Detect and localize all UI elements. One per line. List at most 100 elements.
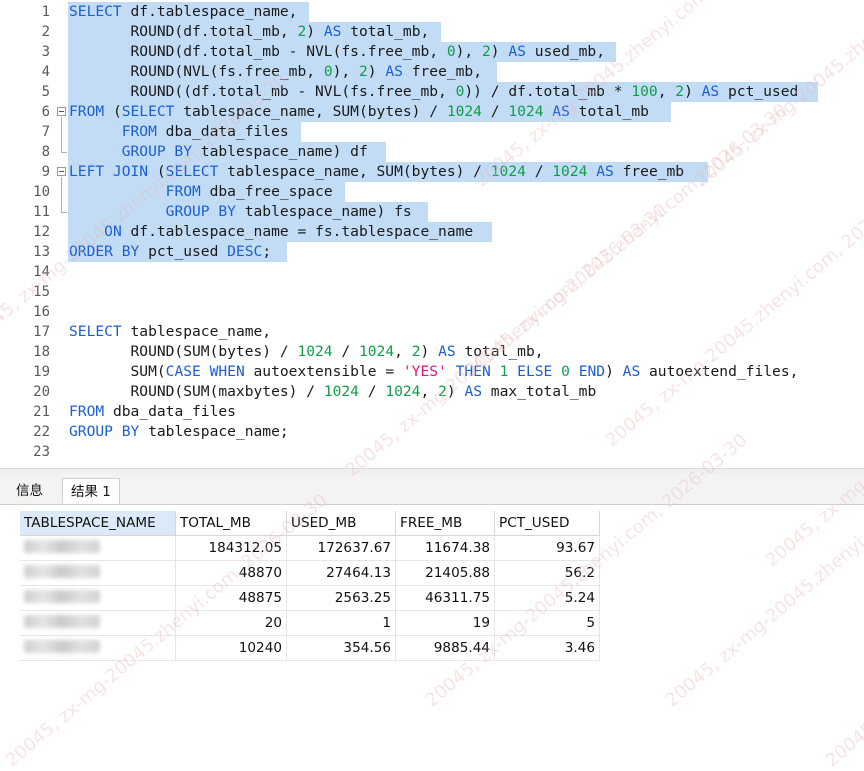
table-cell[interactable]: 3.46 bbox=[494, 635, 600, 661]
fold-end bbox=[61, 152, 67, 153]
code-token: df.tablespace_name, bbox=[121, 3, 298, 20]
code-line[interactable]: FROM (SELECT tablespace_name, SUM(bytes)… bbox=[69, 102, 649, 122]
code-token: dba_data_files bbox=[156, 123, 289, 140]
code-token-kw: END bbox=[578, 363, 606, 380]
table-cell[interactable]: 10240 bbox=[175, 635, 287, 661]
code-line[interactable]: GROUP BY tablespace_name) fs bbox=[69, 202, 412, 222]
cell-tablespace-name-redacted[interactable] bbox=[20, 585, 176, 611]
code-token: ROUND(NVL(fs.free_mb, bbox=[69, 63, 324, 80]
line-number: 5 bbox=[41, 84, 50, 100]
code-line[interactable]: GROUP BY tablespace_name; bbox=[69, 422, 289, 442]
tab-result-1[interactable]: 结果 1 bbox=[62, 478, 120, 504]
cell-tablespace-name-redacted[interactable] bbox=[20, 560, 176, 586]
line-number: 7 bbox=[41, 124, 50, 140]
column-header-total-mb[interactable]: TOTAL_MB bbox=[175, 511, 287, 536]
code-line[interactable]: ORDER BY pct_used DESC; bbox=[69, 242, 271, 262]
code-token: , bbox=[420, 383, 439, 400]
code-line[interactable]: ROUND((df.total_mb - NVL(fs.free_mb, 0))… bbox=[69, 82, 799, 102]
table-cell[interactable]: 19 bbox=[395, 610, 495, 636]
code-line[interactable]: SUM(CASE WHEN autoextensible = 'YES' THE… bbox=[69, 362, 799, 382]
code-token: ) bbox=[490, 43, 509, 60]
result-tabs: 信息 结果 1 bbox=[0, 474, 864, 505]
code-line[interactable]: SELECT df.tablespace_name, bbox=[69, 2, 297, 22]
result-table: TABLESPACE_NAME TOTAL_MB USED_MB FREE_MB… bbox=[20, 511, 600, 661]
code-token: / bbox=[332, 343, 359, 360]
fold-toggle-icon[interactable] bbox=[57, 107, 66, 116]
code-line[interactable]: ROUND(SUM(bytes) / 1024 / 1024, 2) AS to… bbox=[69, 342, 544, 362]
table-cell[interactable]: 172637.67 bbox=[286, 535, 396, 561]
cell-tablespace-name-redacted[interactable] bbox=[20, 635, 176, 661]
code-line[interactable]: FROM dba_data_files bbox=[69, 402, 236, 422]
line-number: 12 bbox=[33, 224, 50, 240]
column-header-free-mb[interactable]: FREE_MB bbox=[395, 511, 495, 536]
table-cell[interactable]: 56.2 bbox=[494, 560, 600, 586]
code-token: tablespace_name; bbox=[139, 423, 289, 440]
code-token-num: 2 bbox=[411, 343, 421, 360]
code-token-num: 1024 bbox=[490, 163, 526, 180]
tab-info[interactable]: 信息 bbox=[8, 478, 51, 504]
code-line[interactable]: FROM dba_free_space bbox=[69, 182, 333, 202]
code-line[interactable]: FROM dba_data_files bbox=[69, 122, 289, 142]
code-token-kw: AS bbox=[438, 343, 456, 360]
code-token-kw: SELECT bbox=[121, 103, 175, 120]
line-number: 8 bbox=[41, 144, 50, 160]
table-cell[interactable]: 48875 bbox=[175, 585, 287, 611]
table-row[interactable]: 20 1 19 5 bbox=[20, 610, 600, 636]
fold-line bbox=[61, 177, 62, 213]
code-token-num: 100 bbox=[631, 83, 658, 100]
table-cell[interactable]: 93.67 bbox=[494, 535, 600, 561]
code-token: total_mb, bbox=[341, 23, 430, 40]
table-header-row: TABLESPACE_NAME TOTAL_MB USED_MB FREE_MB… bbox=[20, 511, 600, 536]
table-cell[interactable]: 354.56 bbox=[286, 635, 396, 661]
table-cell[interactable]: 48870 bbox=[175, 560, 287, 586]
code-token-num: 1024 bbox=[358, 343, 395, 360]
code-token-kw: AS bbox=[596, 163, 614, 180]
table-cell[interactable]: 11674.38 bbox=[395, 535, 495, 561]
code-token-num: 2 bbox=[481, 43, 491, 60]
table-row[interactable]: 48875 2563.25 46311.75 5.24 bbox=[20, 585, 600, 611]
column-header-tablespace-name[interactable]: TABLESPACE_NAME bbox=[20, 511, 176, 536]
code-token-num: 1024 bbox=[552, 163, 588, 180]
cell-tablespace-name-redacted[interactable] bbox=[20, 610, 176, 636]
cell-tablespace-name-redacted[interactable] bbox=[20, 535, 176, 561]
table-row[interactable]: 48870 27464.13 21405.88 56.2 bbox=[20, 560, 600, 586]
fold-toggle-icon[interactable] bbox=[57, 167, 66, 176]
code-line[interactable]: ON df.tablespace_name = fs.tablespace_na… bbox=[69, 222, 473, 242]
table-cell[interactable]: 1 bbox=[286, 610, 396, 636]
column-header-pct-used[interactable]: PCT_USED bbox=[494, 511, 600, 536]
code-token: / bbox=[525, 163, 553, 180]
table-row[interactable]: 10240 354.56 9885.44 3.46 bbox=[20, 635, 600, 661]
code-token: used_mb, bbox=[525, 43, 605, 60]
code-line[interactable]: LEFT JOIN (SELECT tablespace_name, SUM(b… bbox=[69, 162, 684, 182]
redacted-value bbox=[24, 539, 100, 553]
code-token: ) bbox=[446, 383, 465, 400]
code-token-kw: DESC bbox=[227, 243, 263, 260]
column-header-used-mb[interactable]: USED_MB bbox=[286, 511, 396, 536]
table-row[interactable]: 184312.05 172637.67 11674.38 93.67 bbox=[20, 535, 600, 561]
table-cell[interactable]: 5 bbox=[494, 610, 600, 636]
table-cell[interactable]: 21405.88 bbox=[395, 560, 495, 586]
redacted-value bbox=[24, 614, 100, 628]
table-cell[interactable]: 46311.75 bbox=[395, 585, 495, 611]
table-cell[interactable]: 5.24 bbox=[494, 585, 600, 611]
table-cell[interactable]: 184312.05 bbox=[175, 535, 287, 561]
code-token-kw: ORDER BY bbox=[69, 243, 140, 260]
code-line[interactable]: ROUND(df.total_mb, 2) AS total_mb, bbox=[69, 22, 430, 42]
code-line[interactable]: ROUND(SUM(maxbytes) / 1024 / 1024, 2) AS… bbox=[69, 382, 597, 402]
line-number-gutter: 1 2 3 4 5 6 7 8 9 10 11 12 13 14 15 16 17 18 19 20 21 22 23 bbox=[0, 0, 56, 472]
code-line[interactable]: SELECT tablespace_name, bbox=[69, 322, 271, 342]
line-number: 18 bbox=[33, 344, 50, 360]
code-line[interactable]: ROUND(NVL(fs.free_mb, 0), 2) AS free_mb, bbox=[69, 62, 483, 82]
line-number: 9 bbox=[41, 164, 50, 180]
table-cell[interactable]: 2563.25 bbox=[286, 585, 396, 611]
table-cell[interactable]: 27464.13 bbox=[286, 560, 396, 586]
code-line[interactable]: GROUP BY tablespace_name) df bbox=[69, 142, 368, 162]
table-cell[interactable]: 9885.44 bbox=[395, 635, 495, 661]
code-token-kw: ELSE bbox=[517, 363, 553, 380]
sql-editor[interactable]: 1 2 3 4 5 6 7 8 9 10 11 12 13 14 15 16 17 18 19 20 21 22 23 SE… bbox=[0, 0, 864, 472]
code-token-num: 2 bbox=[297, 23, 307, 40]
table-cell[interactable]: 20 bbox=[175, 610, 287, 636]
code-line[interactable]: ROUND(df.total_mb - NVL(fs.free_mb, 0), … bbox=[69, 42, 606, 62]
